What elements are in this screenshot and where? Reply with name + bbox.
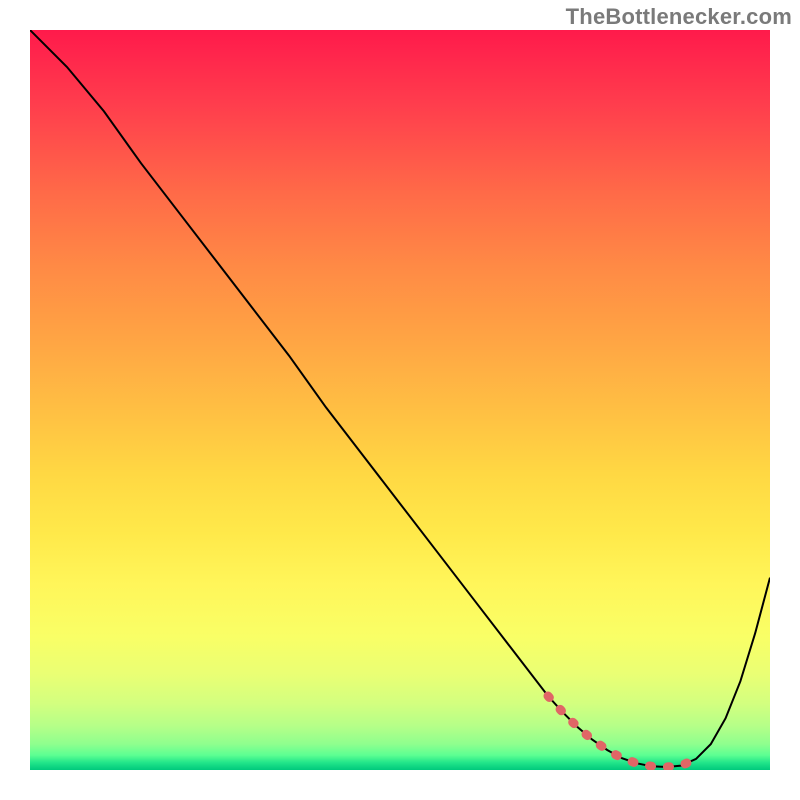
highlight-marker — [548, 696, 696, 767]
attribution-label: TheBottlenecker.com — [566, 4, 792, 30]
chart-overlay — [30, 30, 770, 770]
chart-container: TheBottlenecker.com — [0, 0, 800, 800]
plot-area — [30, 30, 770, 770]
curve-line — [30, 30, 770, 767]
